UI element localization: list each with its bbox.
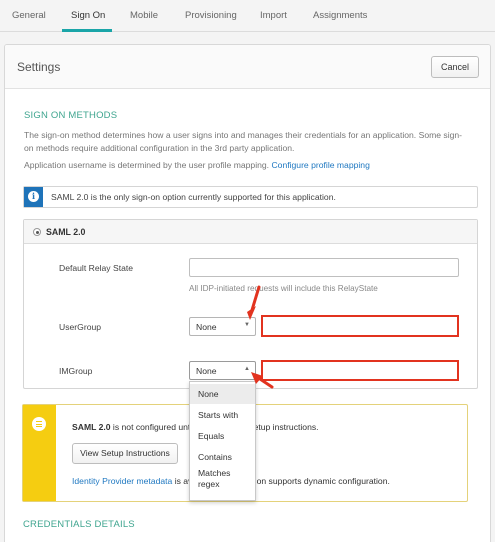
tab-general[interactable]: General	[12, 10, 46, 21]
dropdown-option-contains[interactable]: Contains	[190, 447, 255, 467]
option-line: regex	[198, 479, 220, 489]
usergroup-select[interactable]: None ▼	[189, 317, 256, 336]
imgroup-selected-value: None	[196, 366, 217, 376]
username-mapping-text: Application username is determined by th…	[24, 159, 479, 172]
relay-state-label: Default Relay State	[59, 263, 134, 273]
cancel-button[interactable]: Cancel	[431, 56, 479, 78]
tab-mobile[interactable]: Mobile	[130, 10, 158, 21]
usergroup-label: UserGroup	[59, 322, 102, 332]
imgroup-dropdown-menu: None Starts with Equals Contains Matches…	[189, 381, 256, 501]
description-line: The sign-on method determines how a user…	[24, 130, 463, 140]
tab-provisioning[interactable]: Provisioning	[185, 10, 237, 21]
chevron-down-icon: ▼	[244, 322, 250, 328]
info-icon: i	[28, 191, 39, 202]
description-line: on methods require additional configurat…	[24, 143, 295, 153]
saml-radio-button[interactable]	[33, 228, 41, 236]
dropdown-option-matches-regex[interactable]: Matches regex	[190, 468, 255, 490]
tab-bar: General Sign On Mobile Provisioning Impo…	[0, 0, 495, 32]
tab-assignments[interactable]: Assignments	[313, 10, 367, 21]
imgroup-select[interactable]: None ▲	[189, 361, 256, 380]
dropdown-option-none[interactable]: None	[190, 384, 255, 404]
credentials-details-heading: CREDENTIALS DETAILS	[23, 519, 135, 530]
view-setup-instructions-button[interactable]: View Setup Instructions	[72, 443, 178, 464]
imgroup-highlight-box	[261, 360, 459, 381]
sign-on-description: The sign-on method determines how a user…	[24, 129, 479, 155]
active-tab-indicator	[62, 29, 112, 32]
saml-header: SAML 2.0	[24, 220, 477, 244]
username-text: Application username is determined by th…	[24, 160, 270, 170]
tab-sign-on[interactable]: Sign On	[71, 10, 105, 21]
identity-provider-metadata-link[interactable]: Identity Provider metadata	[72, 476, 172, 486]
setup-warning-text-a: is not configured unt	[110, 422, 191, 432]
setup-warning-bold: SAML 2.0	[72, 422, 111, 432]
imgroup-label: IMGroup	[59, 366, 93, 376]
panel-header: Settings Cancel	[5, 45, 490, 89]
info-banner: i SAML 2.0 is the only sign-on option cu…	[23, 186, 478, 208]
metadata-text-b: lication supports dynamic configuration.	[239, 476, 390, 486]
saml-label: SAML 2.0	[46, 227, 86, 237]
relay-state-hint: All IDP-initiated requests will include …	[189, 284, 378, 293]
info-text: SAML 2.0 is the only sign-on option curr…	[51, 192, 336, 202]
option-line: Matches	[198, 468, 231, 478]
dropdown-option-equals[interactable]: Equals	[190, 426, 255, 446]
chevron-up-icon: ▲	[244, 366, 250, 372]
usergroup-selected-value: None	[196, 322, 217, 332]
usergroup-highlight-box	[261, 315, 459, 337]
info-icon-box: i	[24, 187, 43, 207]
dropdown-option-starts-with[interactable]: Starts with	[190, 405, 255, 425]
sign-on-methods-heading: SIGN ON METHODS	[24, 110, 118, 121]
relay-state-input[interactable]	[189, 258, 459, 277]
list-icon	[32, 417, 46, 431]
setup-warning-stripe	[23, 405, 56, 501]
configure-profile-mapping-link[interactable]: Configure profile mapping	[271, 160, 369, 170]
tab-import[interactable]: Import	[260, 10, 287, 21]
panel-title: Settings	[17, 60, 61, 74]
